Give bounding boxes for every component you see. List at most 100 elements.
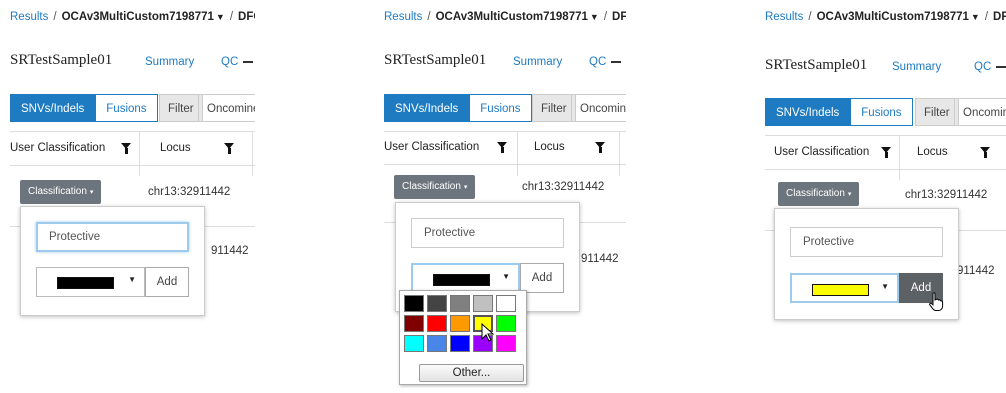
- filter-button[interactable]: Filter: [159, 94, 203, 122]
- other-color-button[interactable]: Other...: [419, 364, 524, 382]
- table-divider: [10, 131, 255, 132]
- locus-cell: chr13:32911442: [522, 181, 605, 193]
- classification-name-input[interactable]: Protective: [790, 227, 943, 257]
- tab-snvs-indels[interactable]: SNVs/Indels: [10, 94, 96, 122]
- color-swatch-option[interactable]: [496, 335, 516, 352]
- color-swatch-option[interactable]: [473, 295, 493, 312]
- sample-name: SRTestSample01: [765, 57, 868, 73]
- filter-button[interactable]: Filter: [915, 98, 959, 126]
- classification-label[interactable]: Classification: [28, 186, 87, 197]
- mouse-pointer-icon: [481, 323, 495, 342]
- dropdown-arrow-icon[interactable]: ▼: [881, 282, 889, 291]
- breadcrumb-results-link[interactable]: Results: [765, 11, 803, 23]
- locus-cell: chr13:32911442: [905, 189, 988, 201]
- tab-snvs-indels[interactable]: SNVs/Indels: [384, 94, 470, 122]
- column-divider: [139, 132, 140, 176]
- caret-down-icon[interactable]: ▾: [848, 191, 852, 198]
- qc-link[interactable]: QC: [974, 61, 1006, 73]
- classification-label[interactable]: Classification: [786, 188, 845, 199]
- qc-link[interactable]: QC: [221, 56, 254, 68]
- add-button[interactable]: Add: [145, 267, 189, 297]
- filter-icon[interactable]: [497, 142, 507, 153]
- variant-tabs: SNVs/Indels Fusions: [765, 98, 913, 126]
- tab-fusions[interactable]: Fusions: [850, 98, 913, 126]
- color-swatch-option[interactable]: [450, 315, 470, 332]
- classification-popover: Protective ▼ Add: [20, 206, 205, 316]
- color-swatch-option[interactable]: [427, 295, 447, 312]
- chevron-down-icon[interactable]: ▼: [971, 12, 980, 22]
- oncomine-button[interactable]: Oncomine: [571, 94, 626, 122]
- filter-icon[interactable]: [980, 147, 990, 158]
- sample-name: SRTestSample01: [384, 52, 487, 68]
- breadcrumb-separator: /: [229, 11, 234, 23]
- breadcrumb-results-link[interactable]: Results: [384, 11, 422, 23]
- color-select[interactable]: ▼: [790, 273, 899, 303]
- filter-button[interactable]: Filter: [532, 94, 576, 122]
- classification-name-input[interactable]: Protective: [411, 218, 564, 248]
- color-swatch-option[interactable]: [496, 295, 516, 312]
- tab-fusions[interactable]: Fusions: [95, 94, 158, 122]
- color-select[interactable]: ▼: [411, 263, 520, 293]
- qc-label[interactable]: QC: [974, 61, 991, 73]
- tab-fusions[interactable]: Fusions: [469, 94, 532, 122]
- chevron-down-icon[interactable]: ▼: [590, 12, 599, 22]
- summary-link[interactable]: Summary: [145, 56, 194, 68]
- breadcrumb-trailing[interactable]: DFO: [238, 11, 255, 23]
- color-swatch-option[interactable]: [427, 335, 447, 352]
- dash-icon: [611, 60, 622, 63]
- color-swatch-option[interactable]: [450, 335, 470, 352]
- summary-link[interactable]: Summary: [892, 61, 941, 73]
- filter-icon[interactable]: [595, 142, 605, 153]
- breadcrumb-separator: /: [53, 11, 57, 23]
- color-swatch-option[interactable]: [404, 335, 424, 352]
- dropdown-arrow-icon[interactable]: ▼: [128, 275, 136, 284]
- panel-step3: Results/OCAv3MultiCustom7198771▼/DFO SRT…: [752, 0, 1006, 393]
- oncomine-button[interactable]: Oncomine: [954, 98, 1006, 126]
- table-divider: [384, 131, 626, 132]
- tab-snvs-indels[interactable]: SNVs/Indels: [765, 98, 851, 126]
- breadcrumb-trailing[interactable]: DFO: [612, 11, 626, 23]
- color-select[interactable]: ▼: [36, 267, 145, 297]
- column-header-locus: Locus: [160, 142, 191, 154]
- classification-dropdown-button[interactable]: Classification ▾: [20, 180, 102, 204]
- filter-icon[interactable]: [224, 143, 234, 154]
- color-swatch-option[interactable]: [496, 315, 516, 332]
- breadcrumb-project[interactable]: OCAv3MultiCustom7198771: [817, 11, 969, 23]
- breadcrumb-separator: /: [603, 11, 608, 23]
- color-swatch-option[interactable]: [404, 295, 424, 312]
- breadcrumb-trailing[interactable]: DFO: [993, 11, 1006, 23]
- qc-label[interactable]: QC: [221, 56, 238, 68]
- caret-down-icon[interactable]: ▾: [90, 189, 94, 196]
- color-palette: Other...: [399, 290, 527, 385]
- breadcrumb-separator: /: [427, 11, 431, 23]
- breadcrumb-project[interactable]: OCAv3MultiCustom7198771: [62, 11, 214, 23]
- breadcrumb: Results / OCAv3MultiCustom7198771▼ / DFO: [384, 11, 626, 23]
- dropdown-arrow-icon[interactable]: ▼: [502, 272, 510, 281]
- filter-icon[interactable]: [881, 147, 891, 158]
- classification-dropdown-button[interactable]: Classification ▾: [394, 175, 476, 199]
- chevron-down-icon[interactable]: ▼: [216, 12, 225, 22]
- column-header-locus: Locus: [917, 146, 948, 158]
- classification-name-input[interactable]: Protective: [36, 222, 189, 252]
- qc-label[interactable]: QC: [589, 56, 606, 68]
- classification-label[interactable]: Classification: [402, 181, 461, 192]
- filter-icon[interactable]: [121, 143, 131, 154]
- dash-icon: [243, 60, 254, 63]
- panel-step1: Results/OCAv3MultiCustom7198771▼/DFO SRT…: [0, 0, 255, 393]
- add-button[interactable]: Add: [520, 263, 564, 293]
- qc-link[interactable]: QC: [589, 56, 622, 68]
- color-swatch-option[interactable]: [427, 315, 447, 332]
- table-divider: [384, 164, 626, 165]
- color-swatch-option[interactable]: [404, 315, 424, 332]
- classification-dropdown-button[interactable]: Classification ▾: [778, 182, 860, 206]
- summary-link[interactable]: Summary: [513, 56, 562, 68]
- oncomine-button[interactable]: Oncomine: [198, 94, 255, 122]
- breadcrumb-project[interactable]: OCAv3MultiCustom7198771: [436, 11, 588, 23]
- breadcrumb-separator: /: [984, 11, 989, 23]
- color-swatch-option[interactable]: [450, 295, 470, 312]
- column-header-locus: Locus: [534, 141, 565, 153]
- column-divider: [252, 132, 253, 176]
- caret-down-icon[interactable]: ▾: [464, 184, 468, 191]
- dash-icon: [996, 65, 1006, 68]
- breadcrumb-results-link[interactable]: Results: [10, 11, 48, 23]
